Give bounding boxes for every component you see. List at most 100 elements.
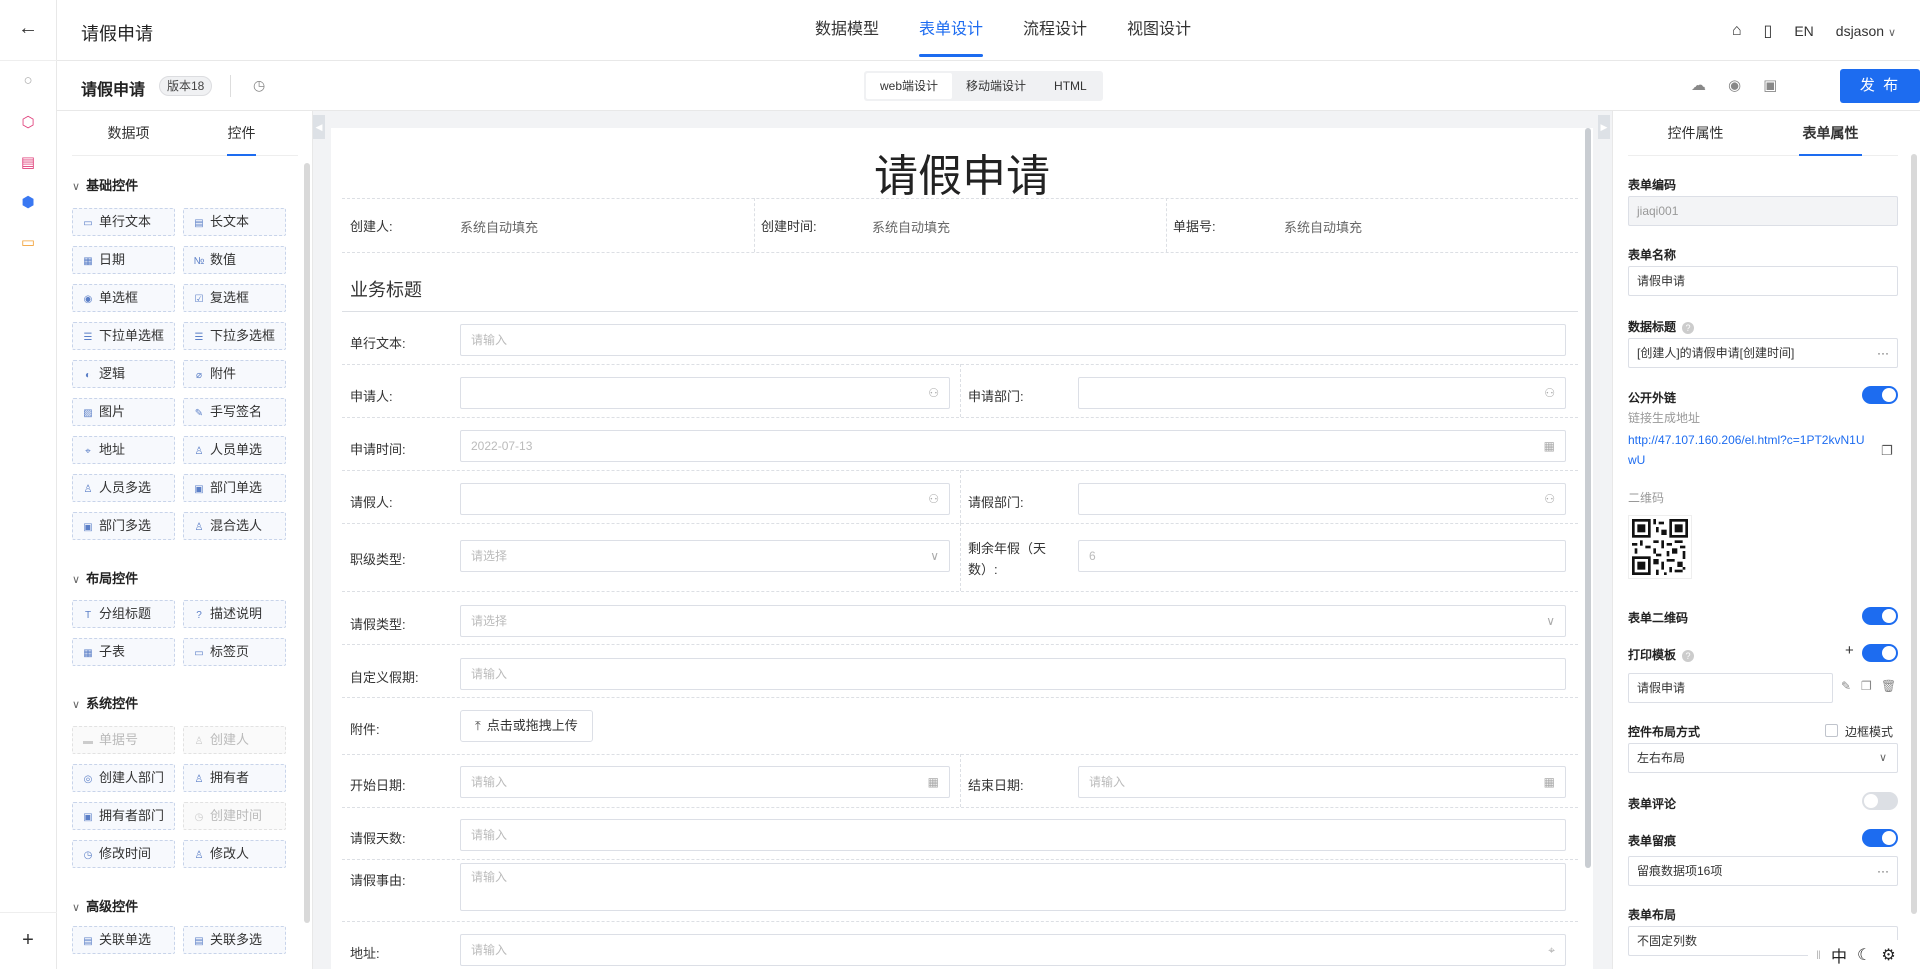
rank-select[interactable]: 请选择 ∨: [460, 540, 950, 572]
trace-items-input[interactable]: 留痕数据项16项 ···: [1628, 856, 1898, 886]
ctrl-modifier[interactable]: ♙ 修改人: [183, 840, 286, 868]
public-link-toggle[interactable]: [1862, 386, 1898, 404]
ctrl-description[interactable]: ? 描述说明: [183, 600, 286, 628]
add-icon[interactable]: +: [1845, 642, 1854, 659]
ctrl-attachment[interactable]: ⌀ 附件: [183, 360, 286, 388]
ctrl-radio[interactable]: ◉ 单选框: [72, 284, 175, 312]
language-switch[interactable]: EN: [1794, 23, 1813, 39]
tab-controls[interactable]: 控件: [185, 111, 298, 156]
custom-holiday-input[interactable]: 请输入: [460, 658, 1566, 690]
data-title-input[interactable]: [创建人]的请假申请[创建时间] ···: [1628, 338, 1898, 368]
form-qr-toggle[interactable]: [1862, 607, 1898, 625]
ctrl-tabs[interactable]: ▭ 标签页: [183, 638, 286, 666]
ctrl-logic[interactable]: ◐ 逻辑: [72, 360, 175, 388]
copy-icon[interactable]: ❐: [1881, 443, 1893, 459]
public-link-url[interactable]: http://47.107.160.206/el.html?c=1PT2kvN1…: [1628, 430, 1868, 470]
ctrl-dept-multi[interactable]: ▣ 部门多选: [72, 512, 175, 540]
ctrl-single-text[interactable]: ▭ 单行文本: [72, 208, 175, 236]
ctrl-user-multi[interactable]: ♙ 人员多选: [72, 474, 175, 502]
ctrl-modify-time[interactable]: ◷ 修改时间: [72, 840, 175, 868]
ctrl-owner[interactable]: ♙ 拥有者: [183, 764, 286, 792]
tab-form-props[interactable]: 表单属性: [1763, 111, 1898, 156]
left-scrollbar[interactable]: [304, 163, 310, 923]
ctrl-date[interactable]: ▦ 日期: [72, 246, 175, 274]
canvas-scrollbar[interactable]: [1585, 128, 1591, 868]
search-icon[interactable]: ○: [18, 70, 38, 90]
ctrl-relation-single[interactable]: ▤ 关联单选: [72, 926, 175, 954]
form-trace-toggle[interactable]: [1862, 829, 1898, 847]
more-icon[interactable]: ···: [1877, 857, 1889, 885]
tab-form-design[interactable]: 表单设计: [899, 0, 1003, 61]
gear-icon[interactable]: ⚙: [1881, 945, 1895, 965]
user-menu[interactable]: dsjason ∨: [1836, 23, 1896, 39]
collapse-right-handle[interactable]: ▶: [1598, 115, 1610, 139]
upload-button[interactable]: ⤒ 点击或拖拽上传: [460, 710, 593, 742]
ctrl-dept-single[interactable]: ▣ 部门单选: [183, 474, 286, 502]
leave-days-input[interactable]: 请输入: [460, 819, 1566, 851]
print-template-toggle[interactable]: [1862, 644, 1898, 662]
apply-dept-picker[interactable]: ⚇: [1078, 377, 1566, 409]
leave-type-select[interactable]: 请选择 ∨: [460, 605, 1566, 637]
mode-mobile[interactable]: 移动端设计: [952, 73, 1040, 99]
edit-icon[interactable]: ✎: [1841, 679, 1851, 693]
reason-textarea[interactable]: 请输入: [460, 863, 1566, 911]
section-advanced[interactable]: 高级控件: [72, 896, 138, 915]
input-language-switch[interactable]: 中: [1831, 943, 1847, 967]
section-layout[interactable]: 布局控件: [72, 568, 138, 587]
leave-dept-picker[interactable]: ⚇: [1078, 483, 1566, 515]
ctrl-subtable[interactable]: ▦ 子表: [72, 638, 175, 666]
print-template-input[interactable]: 请假申请: [1628, 673, 1833, 703]
ctrl-dropdown-single[interactable]: ☰ 下拉单选框: [72, 322, 175, 350]
collapse-left-handle[interactable]: ◀: [313, 115, 325, 139]
ctrl-mixed-picker[interactable]: ♙ 混合选人: [183, 512, 286, 540]
ctrl-user-single[interactable]: ♙ 人员单选: [183, 436, 286, 464]
tab-data-items[interactable]: 数据项: [72, 111, 185, 155]
arrow-left-icon[interactable]: ←: [18, 17, 38, 39]
section-system[interactable]: 系统控件: [72, 693, 138, 712]
address-input[interactable]: 请输入 ⌖: [460, 934, 1566, 966]
ctrl-group-title[interactable]: T 分组标题: [72, 600, 175, 628]
ctrl-signature[interactable]: ✎ 手写签名: [183, 398, 286, 426]
border-mode-checkbox[interactable]: [1825, 724, 1838, 737]
ctrl-long-text[interactable]: ▤ 长文本: [183, 208, 286, 236]
right-scrollbar[interactable]: [1911, 154, 1917, 914]
mode-web[interactable]: web端设计: [866, 73, 953, 99]
ctrl-address[interactable]: ⌖ 地址: [72, 436, 175, 464]
save-icon[interactable]: ▣: [1763, 76, 1777, 94]
tab-data-model[interactable]: 数据模型: [795, 0, 899, 61]
help-icon[interactable]: ?: [1682, 322, 1695, 334]
form-comment-toggle[interactable]: [1862, 792, 1898, 810]
start-date-input[interactable]: 请输入 ▦: [460, 766, 950, 798]
apply-time-input[interactable]: 2022-07-13 ▦: [460, 430, 1566, 462]
more-icon[interactable]: ···: [1877, 339, 1889, 367]
moon-icon[interactable]: ☾: [1857, 945, 1871, 965]
history-icon[interactable]: ◷: [253, 77, 265, 94]
ctrl-dropdown-multi[interactable]: ☰ 下拉多选框: [183, 322, 286, 350]
layout-mode-select[interactable]: 左右布局 ∨: [1628, 743, 1898, 773]
ctrl-checkbox[interactable]: ☑ 复选框: [183, 284, 286, 312]
section-basic[interactable]: 基础控件: [72, 175, 138, 194]
single-text-input[interactable]: 请输入: [460, 324, 1566, 356]
ctrl-image[interactable]: ▨ 图片: [72, 398, 175, 426]
publish-button[interactable]: 发 布: [1840, 69, 1920, 103]
applicant-picker[interactable]: ⚇: [460, 377, 950, 409]
ctrl-owner-dept[interactable]: ▣ 拥有者部门: [72, 802, 175, 830]
annual-leave-input[interactable]: 6: [1078, 540, 1566, 572]
cube-icon[interactable]: ⬡: [18, 112, 38, 132]
eye-icon[interactable]: ◉: [1728, 76, 1741, 94]
mode-html[interactable]: HTML: [1040, 73, 1101, 99]
ctrl-number[interactable]: № 数值: [183, 246, 286, 274]
tab-view-design[interactable]: 视图设计: [1107, 0, 1211, 61]
ctrl-relation-multi[interactable]: ▤ 关联多选: [183, 926, 286, 954]
book-icon[interactable]: ▯: [1764, 21, 1773, 41]
tab-flow-design[interactable]: 流程设计: [1003, 0, 1107, 61]
plus-icon[interactable]: +: [18, 929, 38, 951]
cloud-upload-icon[interactable]: ☁: [1691, 76, 1706, 94]
trash-icon[interactable]: 🗑: [1881, 679, 1896, 693]
message-icon[interactable]: ▭: [18, 232, 38, 252]
model-icon[interactable]: ⬢: [18, 192, 38, 212]
ctrl-creator-dept[interactable]: ◎ 创建人部门: [72, 764, 175, 792]
help-icon[interactable]: ?: [1682, 650, 1695, 662]
form-name-input[interactable]: 请假申请: [1628, 266, 1898, 296]
copy-icon[interactable]: ❐: [1861, 679, 1872, 693]
